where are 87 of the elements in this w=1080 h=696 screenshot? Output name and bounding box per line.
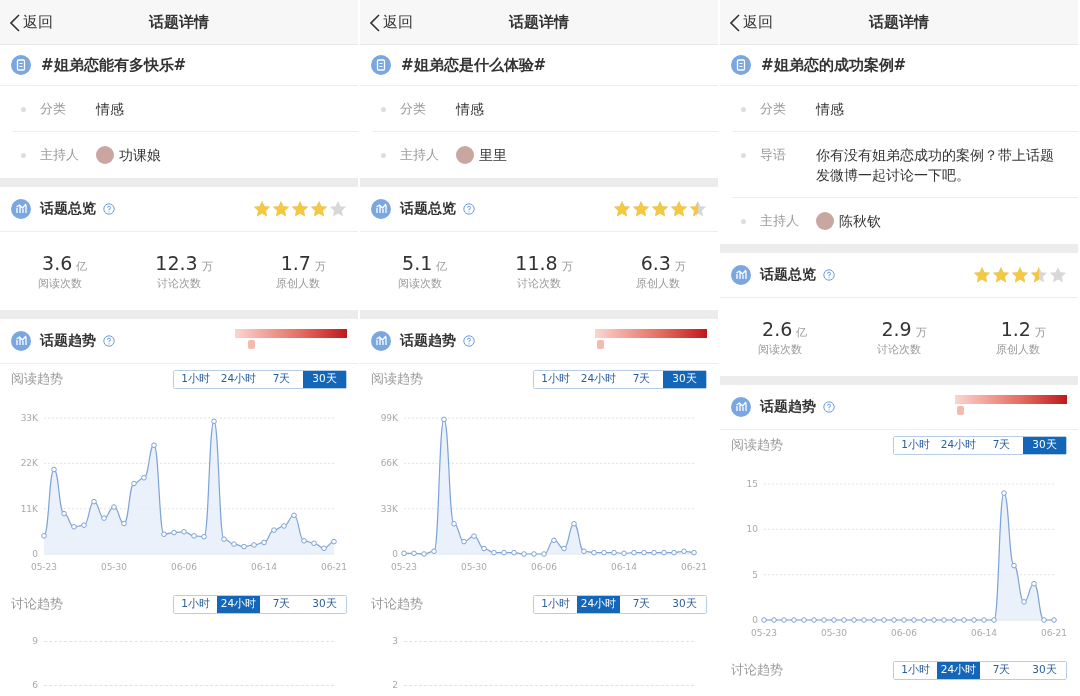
topic-title: #姐弟恋是什么体验# — [401, 55, 547, 75]
y-axis-label: 0 — [32, 549, 38, 559]
stat-label: 阅读次数 — [397, 275, 442, 291]
y-axis-label: 6 — [31, 680, 39, 690]
stat-value: 12.3 — [155, 251, 198, 274]
stat-unit: 亿 — [76, 258, 88, 274]
stat-unit: 亿 — [436, 258, 448, 274]
field-label: 主持人 — [760, 212, 800, 230]
y-axis-label: 33K — [380, 503, 398, 514]
x-axis-label: 06-21 — [1040, 628, 1068, 638]
stat-unit: 万 — [201, 258, 213, 274]
section-title: 话题总览 — [760, 266, 816, 284]
section-title: 话题总览 — [400, 200, 456, 218]
stat-value: 1.2 — [1000, 317, 1031, 340]
field-value: 情感 — [456, 100, 485, 119]
stat-label: 阅读次数 — [37, 275, 82, 291]
x-axis-label: 05-30 — [820, 628, 848, 638]
stat-value: 1.7 — [280, 251, 311, 274]
page-title: 话题详情 — [869, 12, 929, 32]
stat-value: 2.6 — [762, 317, 793, 340]
x-axis-label: 06-21 — [320, 562, 348, 572]
field-label: 主持人 — [400, 146, 440, 164]
y-axis-label: 33K — [20, 413, 38, 423]
stat-unit: 万 — [674, 258, 686, 274]
stat-unit: 万 — [561, 258, 573, 274]
chart-title: 讨论趋势 — [731, 661, 783, 679]
x-axis-label: 06-14 — [250, 562, 278, 572]
y-axis-label: 0 — [752, 615, 758, 625]
y-axis-label: 22K — [20, 458, 38, 469]
stat-label: 讨论次数 — [157, 275, 201, 291]
field-label: 分类 — [760, 100, 787, 118]
x-axis-label: 06-14 — [610, 562, 638, 572]
stat-label: 讨论次数 — [877, 341, 921, 357]
chart-title: 阅读趋势 — [731, 436, 783, 454]
y-axis-label: 11K — [20, 503, 38, 514]
page-title: 话题详情 — [149, 12, 209, 32]
stat-value: 2.9 — [881, 317, 912, 340]
y-axis-label: 0 — [392, 549, 398, 559]
stat-label: 讨论次数 — [517, 275, 561, 291]
y-axis-label: 15 — [746, 479, 758, 489]
chart-title: 讨论趋势 — [371, 595, 423, 613]
page-title: 话题详情 — [509, 12, 569, 32]
chart-title: 讨论趋势 — [11, 595, 63, 613]
section-title: 话题趋势 — [760, 398, 816, 416]
stat-label: 阅读次数 — [757, 341, 802, 357]
stat-label: 原创人数 — [996, 341, 1041, 357]
y-axis-label: 99K — [380, 413, 398, 423]
y-axis-label: 10 — [746, 524, 758, 535]
field-label: 导语 — [760, 146, 787, 164]
y-axis-label: 66K — [380, 458, 398, 469]
stat-value: 5.1 — [402, 251, 433, 274]
section-title: 话题总览 — [40, 200, 96, 218]
x-axis-label: 06-21 — [680, 562, 708, 572]
x-axis-label: 05-30 — [100, 562, 128, 572]
field-value: 情感 — [96, 100, 125, 119]
x-axis-label: 06-06 — [530, 562, 558, 572]
x-axis-label: 06-06 — [170, 562, 198, 572]
y-axis-label: 2 — [391, 680, 399, 690]
x-axis-label: 05-23 — [750, 628, 778, 638]
field-value: 情感 — [816, 100, 845, 119]
x-axis-label: 06-06 — [890, 628, 918, 638]
field-label: 主持人 — [40, 146, 80, 164]
section-title: 话题趋势 — [40, 332, 96, 350]
y-axis-label: 9 — [31, 636, 39, 646]
stat-unit: 万 — [1034, 324, 1046, 340]
section-title: 话题趋势 — [400, 332, 456, 350]
field-label: 分类 — [40, 100, 67, 118]
topic-title: #姐弟恋的成功案例# — [761, 55, 907, 75]
x-axis-label: 06-14 — [970, 628, 998, 638]
x-axis-label: 05-30 — [460, 562, 488, 572]
x-axis-label: 05-23 — [390, 562, 418, 572]
y-axis-label: 5 — [752, 569, 758, 580]
x-axis-label: 05-23 — [30, 562, 58, 572]
stat-unit: 万 — [314, 258, 326, 274]
field-label: 分类 — [400, 100, 427, 118]
stat-value: 3.6 — [42, 251, 73, 274]
stat-label: 原创人数 — [636, 275, 681, 291]
stat-unit: 亿 — [796, 324, 808, 340]
stat-value: 11.8 — [515, 251, 558, 274]
stat-label: 原创人数 — [276, 275, 321, 291]
stat-unit: 万 — [915, 324, 927, 340]
stat-value: 6.3 — [640, 251, 671, 274]
chart-title: 阅读趋势 — [371, 370, 423, 388]
chart-title: 阅读趋势 — [11, 370, 63, 388]
topic-title: #姐弟恋能有多快乐# — [41, 55, 187, 75]
field-value: 你有没有姐弟恋成功的案例？带上话题发微博一起讨论一下吧。 — [816, 146, 1055, 185]
y-axis-label: 3 — [391, 636, 399, 646]
